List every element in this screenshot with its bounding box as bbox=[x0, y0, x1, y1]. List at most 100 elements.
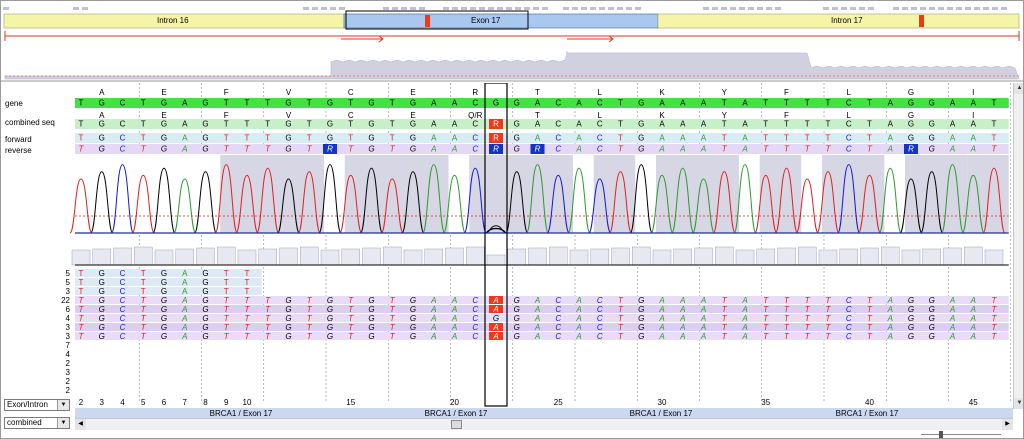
scroll-down-arrow-icon[interactable]: ▼ bbox=[1014, 398, 1023, 409]
coverage-tick bbox=[841, 7, 847, 10]
reverse-sequence-row: TGCTGAGTTTGTRTGTGAACRGRCACTGAAATATTTTCTA… bbox=[75, 144, 1009, 154]
read-base: A bbox=[741, 314, 747, 323]
read-base: A bbox=[575, 314, 581, 323]
base-letter: T bbox=[784, 120, 789, 129]
read-base: G bbox=[514, 314, 520, 323]
quality-bar bbox=[341, 248, 360, 266]
base-letter: A bbox=[535, 120, 541, 129]
position-ruler: 2 3 4 5 6 7 8 9 10 15 20 25 30 35 40 45 bbox=[79, 398, 978, 407]
read-base: C bbox=[120, 314, 126, 323]
read-base: A bbox=[741, 296, 747, 305]
read-base: A bbox=[700, 314, 706, 323]
scroll-left-arrow-icon[interactable]: ◀ bbox=[75, 419, 86, 430]
base-letter: A bbox=[679, 145, 685, 154]
ruler-tick-label: 10 bbox=[243, 398, 252, 407]
variant-marker[interactable] bbox=[919, 15, 924, 27]
base-letter: G bbox=[99, 145, 105, 154]
overview-panel[interactable]: Intron 16 Exon 17 Intron 17 bbox=[1, 1, 1023, 83]
read-base: G bbox=[929, 296, 935, 305]
read-base: A bbox=[679, 323, 685, 332]
base-letter: A bbox=[949, 145, 955, 154]
exon-17-band[interactable] bbox=[343, 13, 659, 29]
ruler-tick-label: 25 bbox=[554, 398, 563, 407]
read-base: G bbox=[514, 332, 520, 341]
ambiguous-base: R bbox=[535, 145, 541, 154]
coverage-tick bbox=[712, 7, 718, 10]
scroll-right-arrow-icon[interactable]: ▶ bbox=[1002, 419, 1013, 430]
view-mode-select[interactable]: combined ▼ bbox=[4, 417, 70, 429]
quality-bar bbox=[445, 247, 464, 266]
read-base: A bbox=[575, 332, 581, 341]
vertical-scrollbar[interactable]: ▲ ▼ bbox=[1013, 83, 1023, 409]
base-letter: A bbox=[576, 134, 582, 143]
exon-footer-label: BRCA1 / Exon 17 bbox=[630, 409, 693, 418]
base-letter: A bbox=[950, 120, 956, 129]
read-base: G bbox=[285, 296, 291, 305]
read-base: G bbox=[202, 332, 208, 341]
base-letter: A bbox=[451, 145, 457, 154]
quality-bar bbox=[777, 247, 796, 266]
zoom-thumb[interactable] bbox=[939, 431, 943, 438]
coverage-tick bbox=[572, 7, 578, 10]
quality-bar bbox=[715, 246, 734, 266]
coverage-tick bbox=[617, 7, 623, 10]
base-letter: T bbox=[307, 99, 312, 108]
scroll-up-arrow-icon[interactable]: ▲ bbox=[1014, 83, 1023, 94]
ruler-tick-label: 8 bbox=[203, 398, 208, 407]
read-base: C bbox=[472, 314, 478, 323]
chromatogram-view[interactable]: AEFVCERTLKYFLGI TGCTGAGTTTGTGTGTGAACGGAC… bbox=[1, 83, 1013, 418]
quality-bar bbox=[984, 249, 1004, 266]
base-letter: C bbox=[597, 145, 603, 154]
base-letter: T bbox=[141, 120, 146, 129]
amino-acid-label: C bbox=[348, 88, 354, 97]
read-base: T bbox=[224, 278, 229, 287]
chromatogram-trace bbox=[69, 155, 1009, 234]
read-base: C bbox=[120, 305, 126, 314]
chevron-down-icon[interactable]: ▼ bbox=[57, 418, 69, 428]
base-letter: C bbox=[597, 134, 603, 143]
ruler-tick-label: 9 bbox=[224, 398, 229, 407]
base-letter: G bbox=[202, 99, 208, 108]
ruler-tick-label: 40 bbox=[865, 398, 874, 407]
read-base: A bbox=[949, 323, 955, 332]
read-base: A bbox=[451, 305, 457, 314]
read-base: G bbox=[161, 332, 167, 341]
base-letter: T bbox=[867, 99, 872, 108]
variant-marker[interactable] bbox=[425, 15, 430, 27]
scroll-thumb[interactable] bbox=[451, 420, 462, 429]
chevron-down-icon[interactable]: ▼ bbox=[57, 400, 69, 410]
base-letter: A bbox=[576, 99, 582, 108]
read-base: G bbox=[161, 287, 167, 296]
coverage-tick bbox=[766, 7, 772, 10]
read-base: G bbox=[410, 323, 416, 332]
selected-position-box[interactable] bbox=[484, 83, 508, 407]
amino-acid-label: L bbox=[598, 88, 603, 97]
base-letter: C bbox=[120, 99, 126, 108]
read-base: A bbox=[887, 314, 893, 323]
quality-bar bbox=[486, 254, 506, 266]
read-base: A bbox=[887, 332, 893, 341]
base-letter: G bbox=[908, 99, 914, 108]
read-base: G bbox=[161, 296, 167, 305]
base-letter: T bbox=[763, 99, 768, 108]
read-count: 5 bbox=[66, 269, 71, 278]
zoom-slider[interactable] bbox=[921, 431, 1001, 438]
region-select[interactable]: Exon/Intron ▼ bbox=[4, 399, 70, 411]
read-base: G bbox=[908, 296, 914, 305]
coverage-tick bbox=[626, 7, 632, 10]
base-letter: A bbox=[742, 99, 748, 108]
base-letter: G bbox=[410, 134, 416, 143]
coverage-tick bbox=[590, 7, 596, 10]
read-count-column: 553226433742322 bbox=[61, 269, 70, 395]
read-count: 2 bbox=[66, 386, 71, 395]
read-base: G bbox=[929, 305, 935, 314]
read-base: T bbox=[245, 269, 250, 278]
coverage-tick bbox=[739, 7, 745, 10]
base-letter: G bbox=[161, 120, 167, 129]
read-base: G bbox=[161, 305, 167, 314]
base-letter: A bbox=[452, 99, 458, 108]
base-letter: T bbox=[763, 120, 768, 129]
base-letter: A bbox=[742, 120, 748, 129]
base-letter: G bbox=[410, 120, 416, 129]
horizontal-scrollbar[interactable]: ◀ ▶ bbox=[75, 418, 1013, 430]
